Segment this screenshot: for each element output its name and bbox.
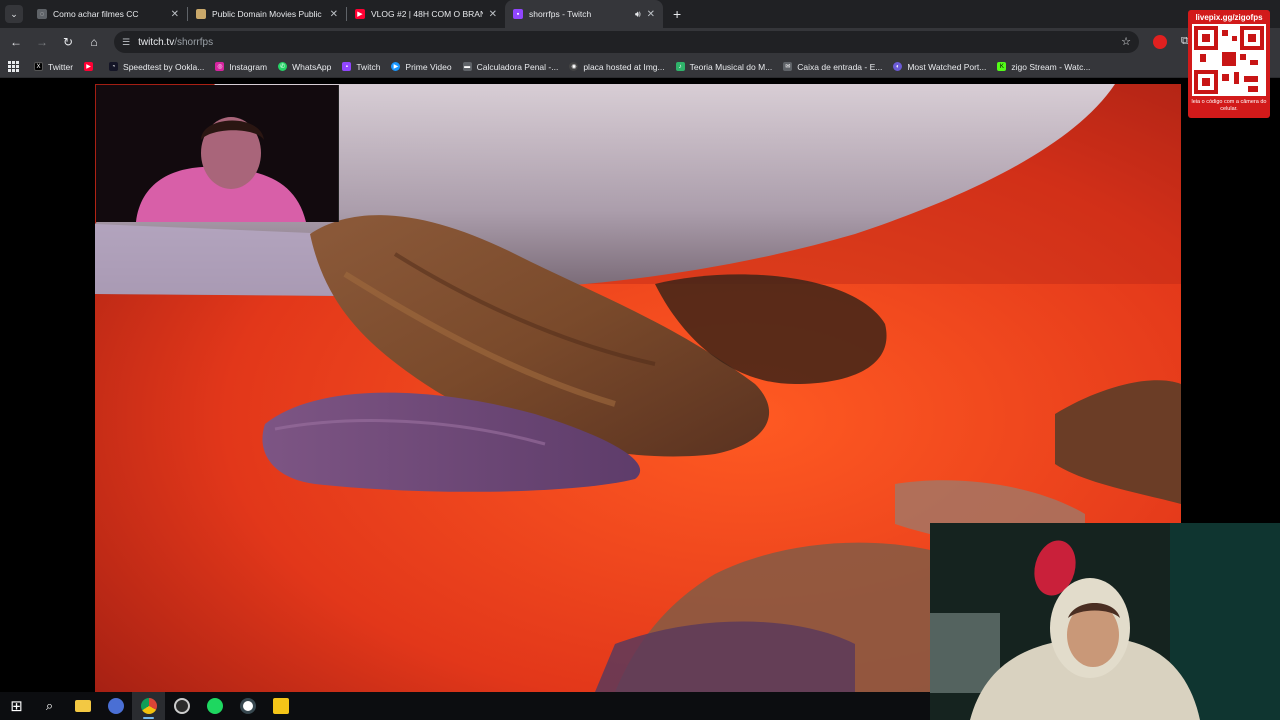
streamer-webcam-image	[96, 85, 338, 222]
extension-icon[interactable]	[1153, 35, 1167, 49]
youtube-icon: ▶	[355, 9, 365, 19]
webcam-overlay-bottom-right	[930, 523, 1280, 720]
bookmark-zigo-stream[interactable]: Kzigo Stream - Watc...	[997, 62, 1090, 72]
tab-shorrfps-twitch[interactable]: ▪ shorrfps - Twitch 🔊︎ ✕	[505, 0, 663, 28]
new-tab-icon[interactable]: +	[673, 6, 681, 22]
bookmark-label: zigo Stream - Watc...	[1011, 61, 1091, 72]
tab-title: Como achar filmes CC	[53, 9, 139, 19]
chrome-profile-icon[interactable]	[99, 692, 132, 720]
bookmark-teoria-musical[interactable]: ♪ Teoria Musical do M...	[675, 61, 773, 72]
bookmark-instagram[interactable]: ◎ Instagram	[215, 62, 267, 72]
bookmark-youtube[interactable]: ▶	[84, 62, 98, 71]
tab-search-button[interactable]: ⌄	[5, 5, 23, 23]
kick-icon: K	[997, 62, 1007, 71]
whatsapp-icon: ✆	[278, 62, 288, 71]
url-host: twitch.tv	[138, 36, 175, 48]
music-icon: ♪	[675, 62, 685, 71]
twitch-icon: ▪	[513, 9, 523, 19]
chevron-down-icon: ⌄	[10, 8, 18, 19]
qr-url-text: livepix.gg/zigofps	[1195, 13, 1263, 22]
bookmark-whatsapp[interactable]: ✆ WhatsApp	[278, 62, 331, 72]
tab-strip: ⌄ ◌ Como achar filmes CC ✕ Public Domain…	[0, 0, 1280, 28]
close-icon[interactable]: ✕	[330, 9, 338, 20]
speedtest-icon: ◔	[109, 62, 119, 71]
calculator-icon: ▬	[462, 62, 472, 71]
bookmarks-bar: X Twitter ▶ ◔ Speedtest by Ookla... ◎ Insta…	[0, 56, 1280, 78]
bookmark-twitch[interactable]: ▪ Twitch	[342, 62, 380, 72]
browser-toolbar: ← → ↻ ⌂ ☰ twitch.tv /shorrfps ☆ ⧉	[0, 28, 1280, 56]
close-icon[interactable]: ✕	[489, 9, 497, 20]
bookmark-speedtest[interactable]: ◔ Speedtest by Ookla...	[109, 62, 204, 72]
twitch-icon: ▪	[342, 62, 352, 71]
speaker-icon[interactable]: 🔊︎	[635, 9, 641, 20]
windows-start-icon[interactable]: ⊞	[0, 692, 33, 720]
bookmark-label: placa hosted at Img...	[583, 61, 665, 72]
bookmark-label: Prime Video	[405, 61, 452, 72]
close-icon[interactable]: ✕	[171, 9, 179, 20]
site-info-icon[interactable]: ☰	[122, 37, 130, 48]
imgur-icon: ◉	[569, 62, 579, 71]
qr-caption-text: leia o código com a câmera do celular.	[1191, 99, 1267, 112]
reload-icon[interactable]: ↻	[56, 35, 80, 49]
bookmark-twitter[interactable]: X Twitter	[34, 62, 73, 72]
tab-public-domain-movies[interactable]: Public Domain Movies Public D ✕	[188, 0, 346, 28]
tab-favicon-icon	[196, 9, 206, 19]
chrome-icon[interactable]	[132, 692, 165, 720]
tab-title: Public Domain Movies Public D	[212, 9, 324, 19]
bookmark-most-watched[interactable]: ◐ Most Watched Port...	[893, 62, 986, 72]
obs-icon[interactable]	[165, 692, 198, 720]
bookmark-label: Caixa de entrada - E...	[797, 61, 883, 72]
bookmark-label: WhatsApp	[292, 61, 332, 72]
bookmark-placa[interactable]: ◉ placa hosted at Img...	[569, 61, 665, 72]
webcam-overlay-top-left	[96, 85, 339, 222]
apps-grid-icon[interactable]	[8, 60, 20, 73]
file-explorer-icon[interactable]	[66, 692, 99, 720]
address-bar[interactable]: ☰ twitch.tv /shorrfps ☆	[114, 31, 1139, 53]
bookmark-label: Teoria Musical do M...	[689, 61, 773, 72]
tab-vlog-youtube[interactable]: ▶ VLOG #2 | 48H COM O BRAND ✕	[347, 0, 505, 28]
instagram-icon: ◎	[215, 62, 225, 71]
youtube-icon: ▶	[84, 62, 94, 71]
windows-taskbar: ⊞ ⌕	[0, 692, 930, 720]
bookmark-prime-video[interactable]: ▶ Prime Video	[391, 61, 452, 72]
spotify-icon[interactable]	[198, 692, 231, 720]
tab-title: VLOG #2 | 48H COM O BRAND	[371, 9, 483, 19]
search-icon[interactable]: ⌕	[33, 692, 66, 720]
bookmark-label: Instagram	[229, 61, 268, 72]
back-arrow-icon[interactable]: ←	[4, 35, 28, 49]
livepix-qr-overlay: livepix.gg/zigofps leia o código com a c…	[1188, 10, 1270, 118]
close-icon[interactable]: ✕	[647, 9, 655, 20]
bookmark-label: Twitch	[356, 61, 381, 72]
note-app-icon[interactable]	[264, 692, 297, 720]
bookmark-label: Most Watched Port...	[907, 61, 987, 72]
globe-icon: ◐	[893, 62, 903, 71]
bookmark-caixa-entrada[interactable]: ✉ Caixa de entrada - E...	[783, 62, 882, 72]
qr-code-icon	[1192, 24, 1266, 96]
bookmark-label: Twitter	[48, 61, 74, 72]
streamer-webcam-image	[930, 523, 1280, 720]
bookmark-star-icon[interactable]: ☆	[1121, 35, 1131, 48]
tab-title: shorrfps - Twitch	[529, 9, 592, 19]
bookmark-calculadora[interactable]: ▬ Calculadora Penal -...	[462, 61, 559, 72]
tab-como-achar-filmes[interactable]: ◌ Como achar filmes CC ✕	[29, 0, 187, 28]
mail-icon: ✉	[783, 62, 793, 71]
url-path: /shorrfps	[174, 36, 214, 48]
bookmark-label: Calculadora Penal -...	[476, 61, 559, 72]
prime-video-icon: ▶	[391, 62, 401, 71]
x-icon: X	[34, 62, 43, 71]
forward-arrow-icon[interactable]: →	[30, 35, 54, 49]
home-icon[interactable]: ⌂	[82, 35, 106, 49]
bookmark-label: Speedtest by Ookla...	[123, 61, 205, 72]
tab-favicon-icon: ◌	[37, 9, 47, 19]
app-circle-icon[interactable]	[231, 692, 264, 720]
